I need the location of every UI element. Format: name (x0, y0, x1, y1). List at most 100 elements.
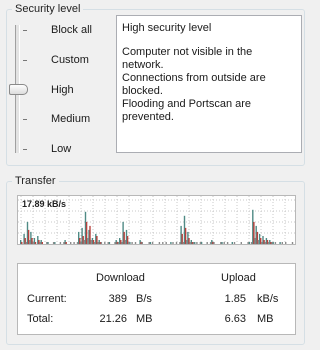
level-medium[interactable]: Medium (51, 113, 90, 125)
other-bar (46, 242, 48, 244)
download-bar (108, 242, 111, 244)
other-bar (148, 242, 150, 244)
other-bar (76, 242, 79, 244)
download-bar (194, 242, 196, 244)
download-bar (129, 242, 131, 244)
other-bar (220, 242, 222, 244)
other-bar (186, 240, 188, 244)
download-bar (221, 242, 223, 244)
level-high[interactable]: High (51, 84, 74, 96)
security-description-line: Connections from outside are blocked. (122, 72, 266, 97)
other-bar (90, 240, 92, 244)
download-bar (200, 242, 203, 244)
other-bar (199, 242, 202, 244)
other-bar (291, 242, 294, 244)
slider-tick (23, 30, 27, 31)
security-slider-thumb[interactable] (9, 84, 28, 95)
other-bar (52, 242, 55, 244)
other-bar (250, 242, 253, 244)
other-bar (59, 242, 62, 244)
other-bar (206, 242, 208, 244)
other-bar (192, 242, 195, 244)
other-bar (267, 242, 270, 244)
total-upload-unit: MB (257, 313, 274, 325)
current-download-value: 389 (108, 293, 127, 305)
total-label: Total: (27, 313, 54, 325)
other-bar (254, 238, 256, 244)
other-bar (100, 242, 103, 244)
other-bar (151, 242, 154, 244)
security-description-box: High security level Computer not visible… (116, 15, 302, 153)
other-bar (32, 242, 34, 244)
other-bar (97, 242, 99, 244)
other-bar (165, 242, 167, 244)
upload-bar (65, 242, 67, 244)
other-bar (162, 242, 164, 244)
current-upload-unit: kB/s (257, 293, 279, 305)
other-bar (240, 242, 242, 244)
other-bar (73, 242, 75, 244)
other-bar (179, 242, 181, 244)
other-bar (29, 240, 31, 244)
slider-tick (23, 60, 27, 61)
current-label: Current: (27, 293, 67, 305)
total-download-unit: MB (136, 313, 153, 325)
other-bar (209, 242, 212, 244)
security-level-title: Security level (12, 3, 84, 15)
other-bar (264, 242, 266, 244)
other-bar (172, 242, 174, 244)
other-bar (285, 242, 287, 244)
other-bar (175, 242, 178, 244)
security-description-line: Computer not visible in the network. (122, 46, 253, 71)
download-bar (231, 242, 233, 244)
download-bar (149, 242, 152, 244)
other-bar (131, 242, 133, 244)
other-bar (25, 242, 27, 244)
level-block-all[interactable]: Block all (51, 24, 92, 36)
other-bar (223, 242, 225, 244)
other-bar (182, 242, 184, 244)
total-upload-value: 6.63 (224, 313, 246, 325)
level-low[interactable]: Low (51, 143, 71, 155)
other-bar (114, 242, 116, 244)
other-bar (107, 242, 109, 244)
current-upload-value: 1.85 (224, 293, 246, 305)
total-download-value: 21.26 (99, 313, 127, 325)
other-bar (226, 242, 229, 244)
other-bar (104, 242, 106, 244)
security-description-title: High security level (122, 22, 212, 34)
other-bar (281, 242, 283, 244)
download-bar (279, 242, 281, 244)
other-bar (128, 242, 130, 244)
other-bar (247, 242, 249, 244)
other-bar (213, 242, 215, 244)
other-bar (141, 242, 143, 244)
upload-bar (116, 242, 118, 244)
other-bar (189, 242, 191, 244)
chart-peak-label: 17.89 kB/s (22, 199, 67, 209)
other-bar (93, 242, 96, 244)
upload-bar (41, 242, 43, 244)
other-bar (83, 240, 85, 244)
download-bar (54, 242, 56, 244)
other-bar (196, 242, 198, 244)
upload-bar (89, 225, 91, 244)
slider-tick (23, 119, 27, 120)
other-bar (117, 242, 120, 244)
security-description-line: Flooding and Portscan are prevented. (122, 98, 252, 123)
other-bar (70, 242, 72, 244)
other-bar (158, 242, 161, 244)
upload-bar (34, 242, 37, 244)
download-bar (248, 242, 250, 244)
other-bar (80, 242, 82, 244)
download-bar (170, 242, 172, 244)
download-bar (272, 242, 274, 244)
level-custom[interactable]: Custom (51, 54, 89, 66)
other-bar (271, 242, 273, 244)
other-bar (233, 242, 236, 244)
transfer-title: Transfer (12, 175, 59, 187)
download-header: Download (96, 272, 145, 284)
slider-tick (23, 149, 27, 150)
other-bar (63, 242, 65, 244)
other-bar (274, 242, 277, 244)
